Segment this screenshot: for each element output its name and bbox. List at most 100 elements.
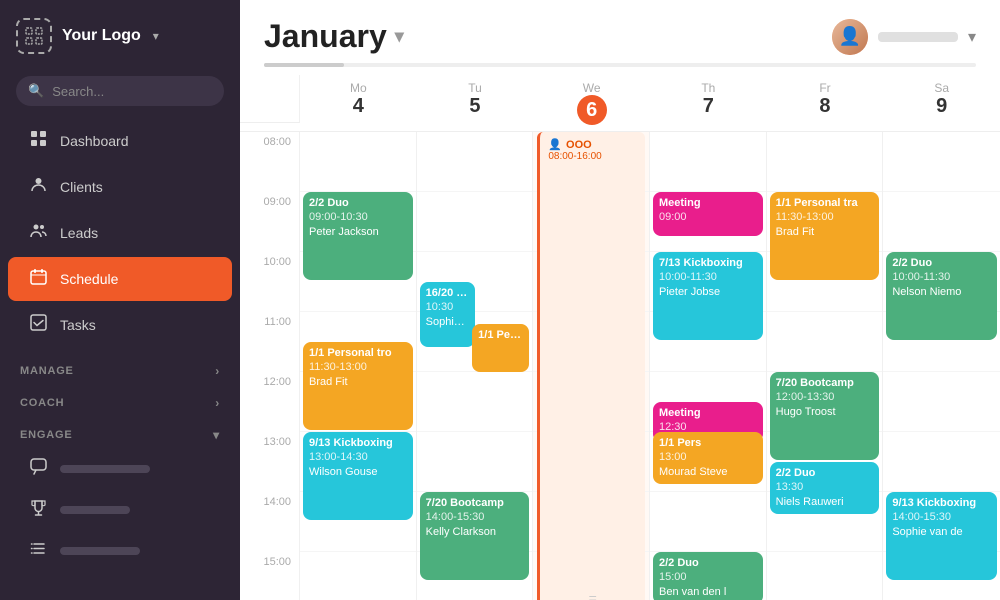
day-col-thu: Meeting 09:00 7/13 Kickboxing 10:00-11:3… xyxy=(650,132,767,600)
event-sat-1[interactable]: 2/2 Duo 10:00-11:30 Nelson Niemo xyxy=(886,252,997,340)
day-header-thu: Th 7 xyxy=(650,75,767,131)
hour-row xyxy=(300,132,416,192)
event-name: Pieter Jobse xyxy=(659,285,757,299)
event-fri-1[interactable]: 1/1 Personal tra 11:30-13:00 Brad Fit xyxy=(770,192,880,280)
event-title: 1/1 Personal tro xyxy=(309,346,407,360)
day-num-fri: 8 xyxy=(771,95,880,118)
hour-row xyxy=(650,132,766,192)
manage-label: MANAGE xyxy=(20,365,74,377)
day-num-sat: 9 xyxy=(887,95,996,118)
trophy-icon xyxy=(28,499,48,521)
event-mon-2[interactable]: 1/1 Personal tro 11:30-13:00 Brad Fit xyxy=(303,342,413,430)
search-bar[interactable]: 🔍 xyxy=(16,76,224,106)
event-name: Mourad Steve xyxy=(659,465,757,479)
day-name-tue: Tu xyxy=(421,81,530,95)
calendar[interactable]: Mo 4 Tu 5 We 6 Th 7 Fr 8 Sa 9 xyxy=(240,75,1000,600)
event-title: 2/2 Duo xyxy=(659,556,757,570)
day-name-sat: Sa xyxy=(887,81,996,95)
dashboard-label: Dashboard xyxy=(60,133,129,149)
cal-header: Mo 4 Tu 5 We 6 Th 7 Fr 8 Sa 9 xyxy=(240,75,1000,132)
event-fri-2[interactable]: 7/20 Bootcamp 12:00-13:30 Hugo Troost xyxy=(770,372,880,460)
engage-chevron-icon[interactable]: ▾ xyxy=(213,428,220,442)
tasks-label: Tasks xyxy=(60,317,96,333)
day-col-wed: 👤 OOO 08:00-16:00 = xyxy=(533,132,650,600)
day-header-mon: Mo 4 xyxy=(300,75,417,131)
event-time: 13:30 xyxy=(776,480,874,494)
day-name-mon: Mo xyxy=(304,81,413,95)
scroll-thumb xyxy=(264,63,344,67)
event-name: Niels Rauweri xyxy=(776,495,874,509)
event-time: 11:30-13:00 xyxy=(776,210,874,224)
event-title: 2/2 Duo xyxy=(776,466,874,480)
event-sat-2[interactable]: 9/13 Kickboxing 14:00-15:30 Sophie van d… xyxy=(886,492,997,580)
logo-caret-icon: ▾ xyxy=(153,29,159,43)
dashboard-icon xyxy=(28,130,48,152)
manage-section: MANAGE › xyxy=(0,354,240,380)
sidebar-item-dashboard[interactable]: Dashboard xyxy=(8,119,232,163)
logo-text: Your Logo xyxy=(62,27,141,45)
event-title: 2/2 Duo xyxy=(892,256,991,270)
event-title: 7/20 Bootcamp xyxy=(426,496,524,510)
hour-row xyxy=(883,432,1000,492)
engage-trophy[interactable] xyxy=(8,490,232,530)
event-name: Sophie van de xyxy=(892,525,991,539)
sidebar-item-leads[interactable]: Leads xyxy=(8,211,232,255)
hour-row xyxy=(767,552,883,600)
ooo-event[interactable]: 👤 OOO 08:00-16:00 = xyxy=(537,132,645,600)
leads-label: Leads xyxy=(60,225,98,241)
event-name: Wilson Gouse xyxy=(309,465,407,479)
sidebar-item-clients[interactable]: Clients xyxy=(8,165,232,209)
event-title: 16/20 Bo xyxy=(426,286,469,300)
event-tue-1[interactable]: 16/20 Bo 10:30 Sophie Leuter xyxy=(420,282,475,347)
event-title: 2/2 Duo xyxy=(309,196,407,210)
event-mon-3[interactable]: 9/13 Kickboxing 13:00-14:30 Wilson Gouse xyxy=(303,432,413,520)
logo-area[interactable]: Your Logo ▾ xyxy=(0,0,240,72)
ooo-title: 👤 OOO xyxy=(548,138,637,151)
header-right: 👤 ▾ xyxy=(832,19,976,55)
clients-icon xyxy=(28,176,48,198)
sidebar: Your Logo ▾ 🔍 Dashboard Clients xyxy=(0,0,240,600)
manage-chevron-icon[interactable]: › xyxy=(215,364,220,378)
engage-chat[interactable] xyxy=(8,449,232,489)
month-caret-icon[interactable]: ▾ xyxy=(395,26,404,47)
header: January ▾ 👤 ▾ xyxy=(240,0,1000,63)
event-title: 7/13 Kickboxing xyxy=(659,256,757,270)
leads-icon xyxy=(28,222,48,244)
event-fri-3[interactable]: 2/2 Duo 13:30 Niels Rauweri xyxy=(770,462,880,514)
engage-bar-trophy xyxy=(60,506,130,514)
time-column: 08:00 09:00 10:00 11:00 12:00 13:00 14:0… xyxy=(240,132,300,600)
event-name: Kelly Clarkson xyxy=(426,525,524,539)
time-1200: 12:00 xyxy=(240,372,300,432)
coach-chevron-icon[interactable]: › xyxy=(215,396,220,410)
schedule-label: Schedule xyxy=(60,271,118,287)
hour-row xyxy=(767,312,883,372)
event-thu-4[interactable]: 1/1 Pers 13:00 Mourad Steve xyxy=(653,432,763,484)
hour-row xyxy=(417,192,533,252)
hour-row xyxy=(417,432,533,492)
person-icon: 👤 xyxy=(548,138,562,151)
event-tue-2[interactable]: 7/20 Bootcamp 14:00-15:30 Kelly Clarkson xyxy=(420,492,530,580)
engage-section: ENGAGE ▾ xyxy=(0,418,240,444)
day-col-tue: 16/20 Bo 10:30 Sophie Leuter 1/1 Perso 7… xyxy=(417,132,534,600)
coach-label: COACH xyxy=(20,397,64,409)
day-col-mon: 2/2 Duo 09:00-10:30 Peter Jackson 1/1 Pe… xyxy=(300,132,417,600)
sidebar-item-tasks[interactable]: Tasks xyxy=(8,303,232,347)
event-name: Sophie Leuter xyxy=(426,315,469,329)
user-caret-icon[interactable]: ▾ xyxy=(968,27,976,47)
sidebar-item-schedule[interactable]: Schedule xyxy=(8,257,232,301)
search-input[interactable] xyxy=(52,84,212,99)
event-title: 1/1 Perso xyxy=(478,328,523,342)
event-tue-1b[interactable]: 1/1 Perso xyxy=(472,324,529,372)
event-title: Meeting xyxy=(659,406,757,420)
engage-label: ENGAGE xyxy=(20,429,72,441)
main-content: January ▾ 👤 ▾ Mo 4 Tu 5 We xyxy=(240,0,1000,600)
day-col-fri: 1/1 Personal tra 11:30-13:00 Brad Fit 7/… xyxy=(767,132,884,600)
coach-section: COACH › xyxy=(0,386,240,412)
event-thu-2[interactable]: 7/13 Kickboxing 10:00-11:30 Pieter Jobse xyxy=(653,252,763,340)
event-thu-1[interactable]: Meeting 09:00 xyxy=(653,192,763,236)
event-thu-5[interactable]: 2/2 Duo 15:00 Ben van den l xyxy=(653,552,763,600)
event-time: 15:00 xyxy=(659,570,757,584)
event-mon-1[interactable]: 2/2 Duo 09:00-10:30 Peter Jackson xyxy=(303,192,413,280)
time-1400: 14:00 xyxy=(240,492,300,552)
engage-list[interactable] xyxy=(8,531,232,571)
